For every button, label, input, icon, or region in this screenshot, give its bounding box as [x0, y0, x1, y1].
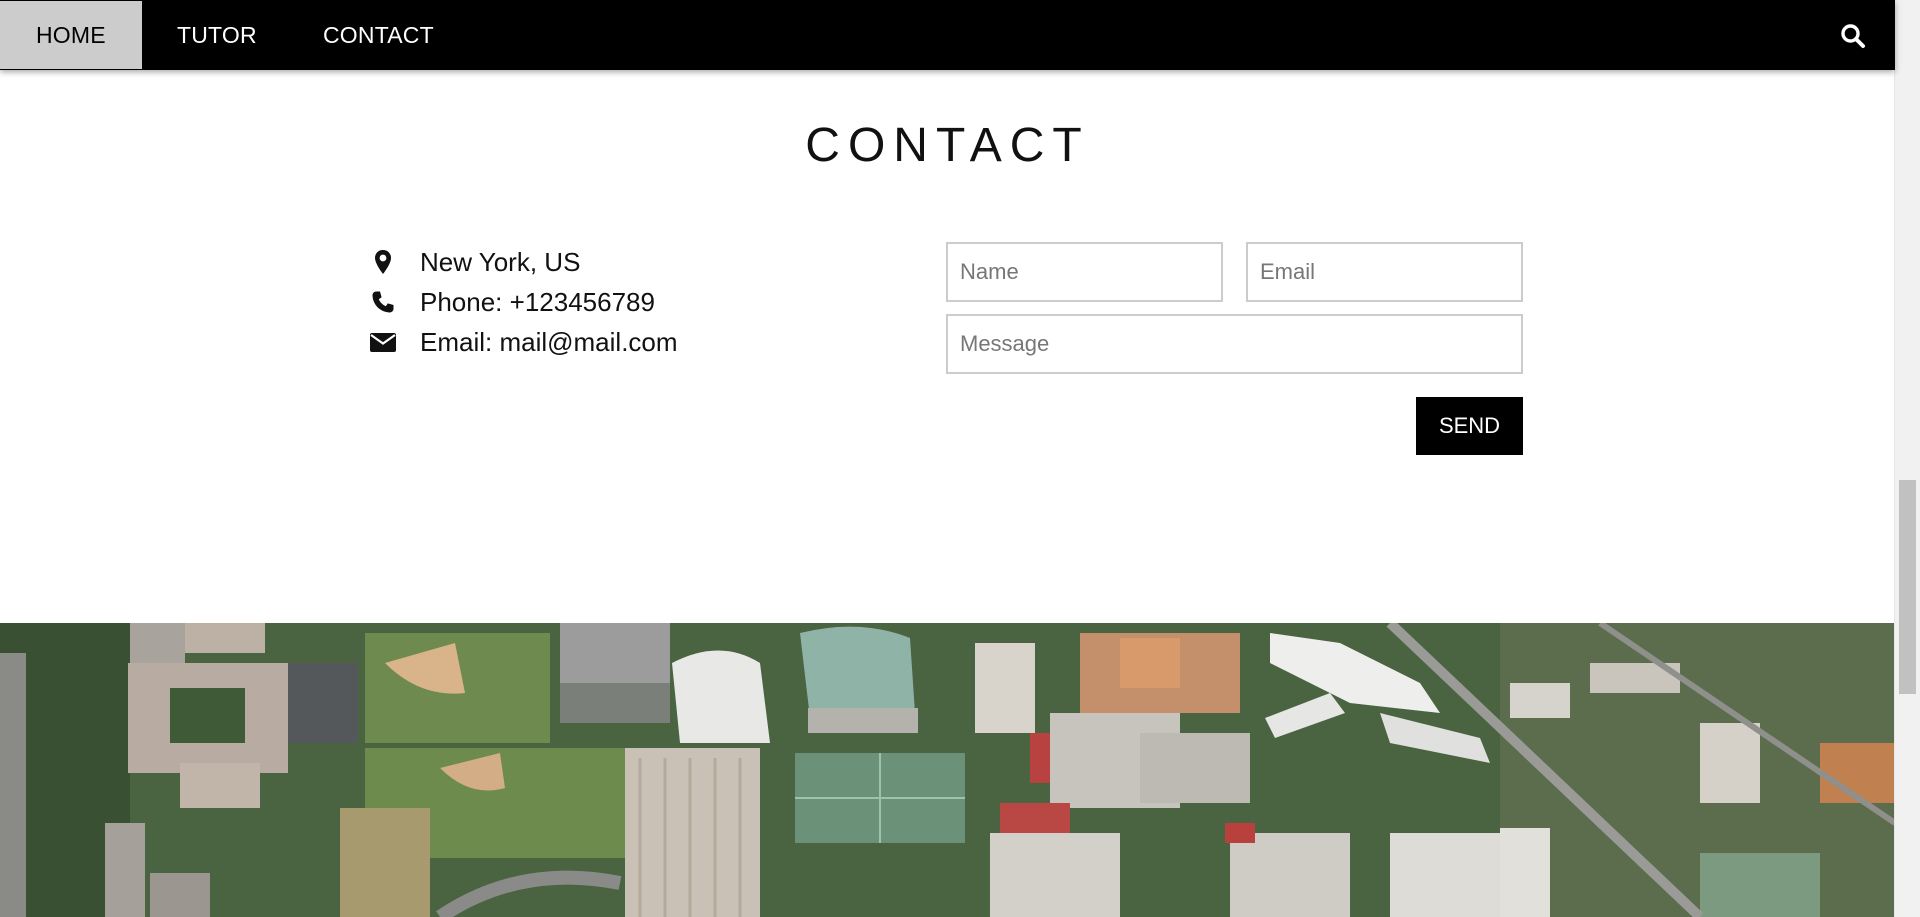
search-button[interactable]: [1839, 22, 1867, 50]
top-navbar: HOME TUTOR CONTACT: [0, 0, 1895, 70]
envelope-icon: [368, 327, 398, 357]
contact-email: Email: mail@mail.com: [368, 325, 678, 359]
email-input[interactable]: [1246, 242, 1523, 302]
nav-item-home[interactable]: HOME: [0, 1, 142, 69]
page: HOME TUTOR CONTACT CONTACT New York, US …: [0, 0, 1920, 917]
message-input[interactable]: [946, 314, 1523, 374]
search-icon: [1841, 24, 1865, 48]
email-text: Email: mail@mail.com: [420, 326, 678, 357]
send-button[interactable]: SEND: [1416, 397, 1523, 455]
nav-item-contact[interactable]: CONTACT: [287, 1, 470, 69]
page-scrollbar[interactable]: [1894, 0, 1920, 917]
aerial-city-image: [0, 623, 1895, 917]
scrollbar-thumb[interactable]: [1899, 480, 1916, 694]
section-title: CONTACT: [805, 119, 1090, 172]
contact-phone: Phone: +123456789: [368, 285, 655, 319]
phone-text: Phone: +123456789: [420, 286, 655, 317]
name-input[interactable]: [946, 242, 1223, 302]
map-marker-icon: [368, 247, 398, 277]
phone-icon: [368, 287, 398, 317]
contact-location: New York, US: [368, 245, 580, 279]
nav-item-tutor[interactable]: TUTOR: [141, 1, 293, 69]
location-text: New York, US: [420, 246, 581, 277]
